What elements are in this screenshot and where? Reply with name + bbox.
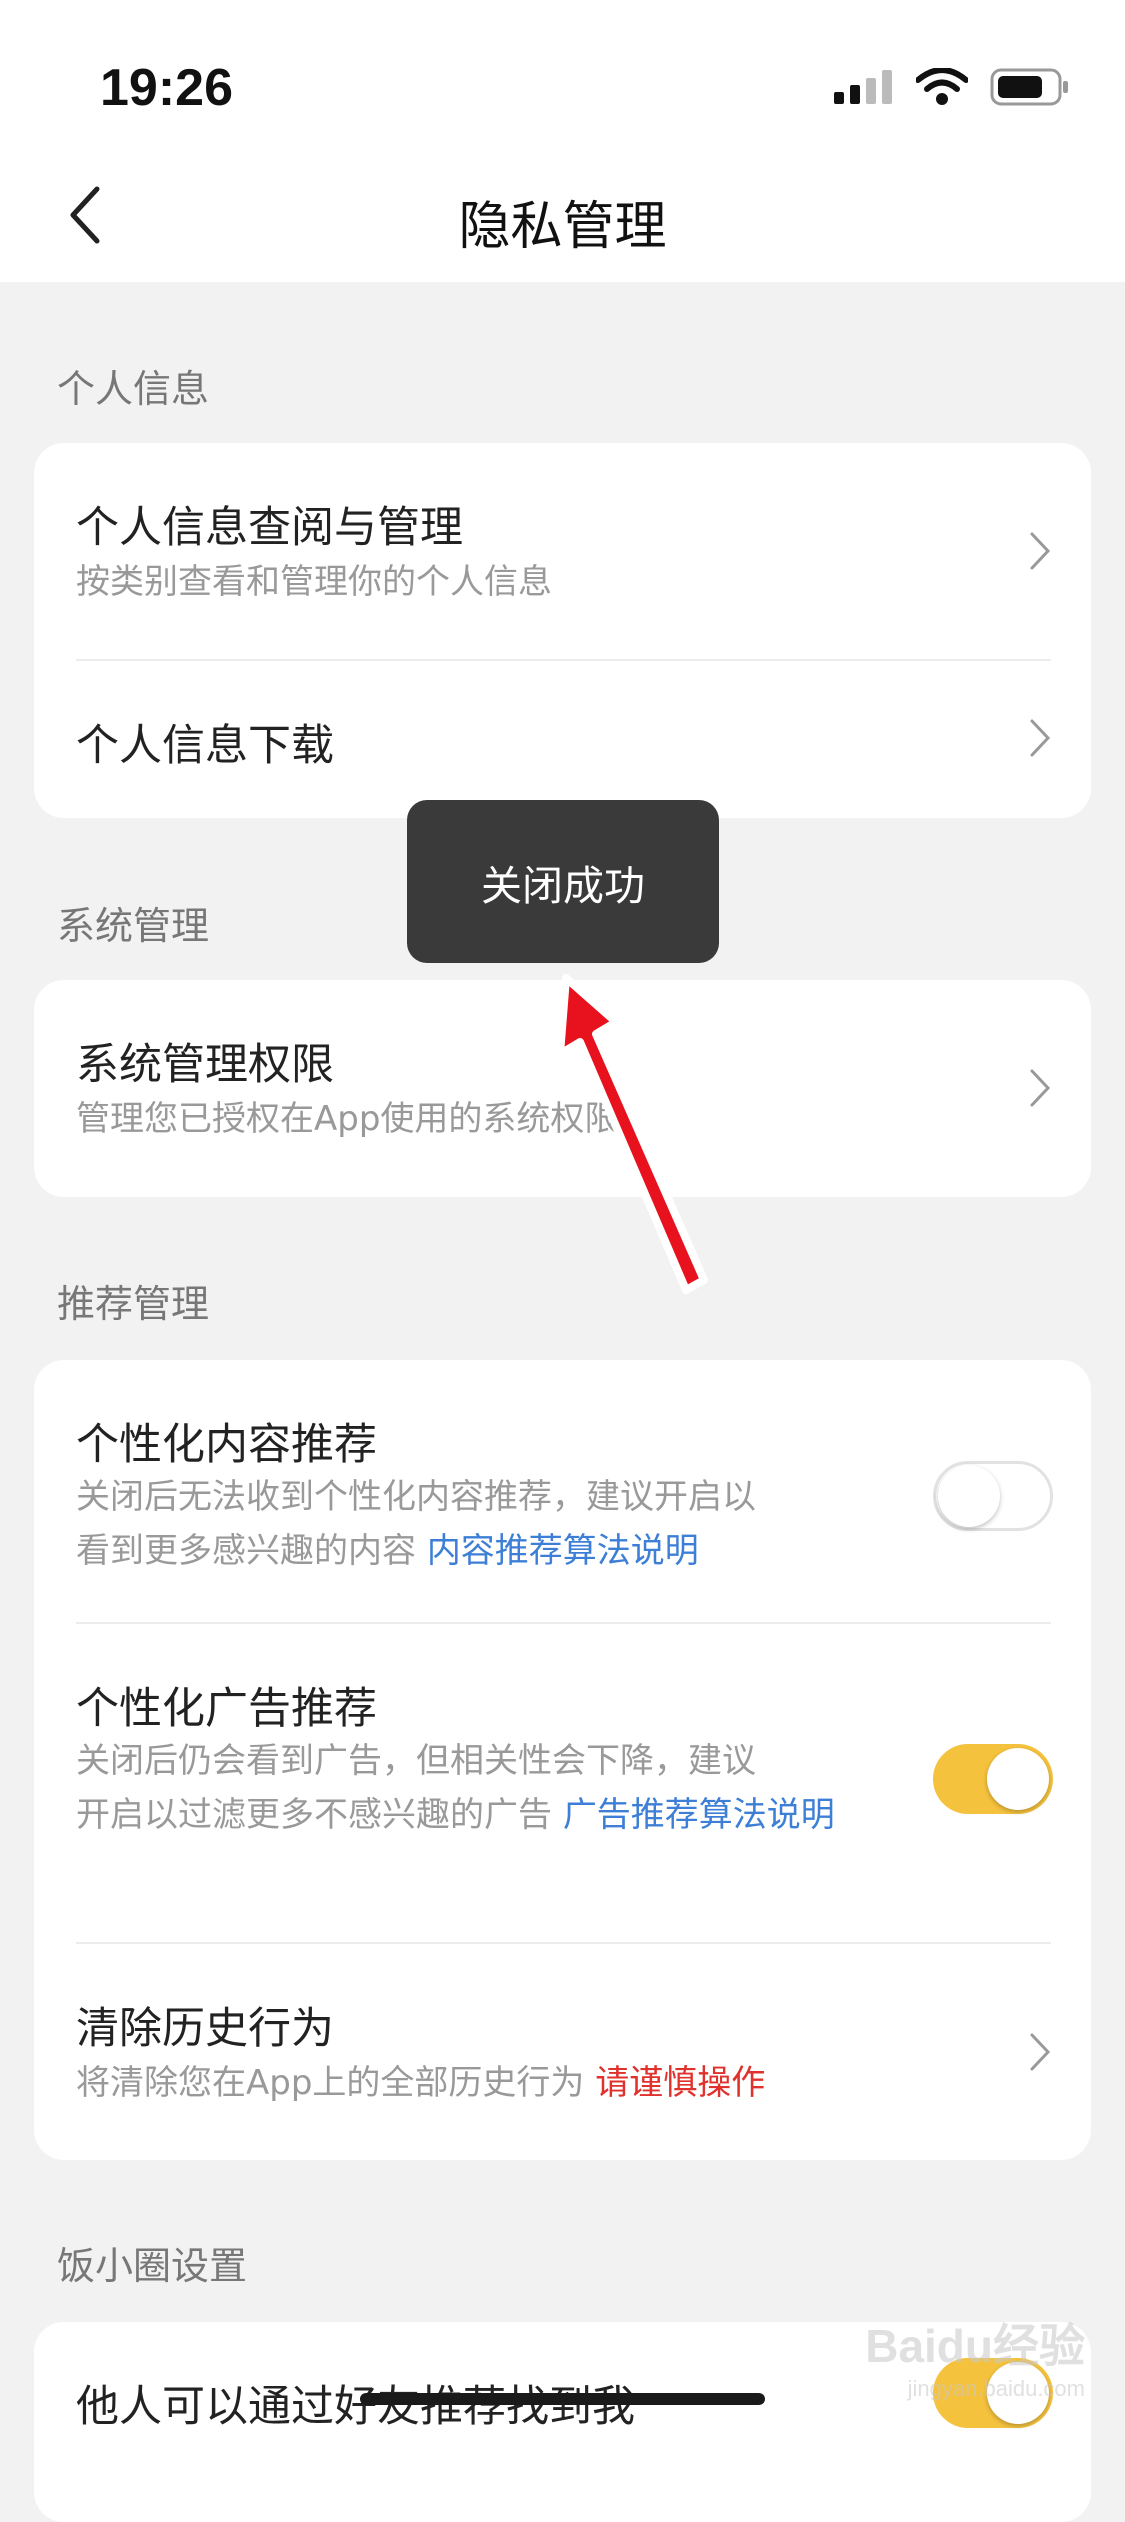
watermark-logo: Baidu经验 [865, 2320, 1085, 2372]
status-bar: 19:26 [0, 0, 1125, 150]
section-header-circle: 饭小圈设置 [57, 2244, 248, 2288]
row-subtitle: 按类别查看和管理你的个人信息 [76, 562, 552, 602]
row-title: 个性化广告推荐 [76, 1684, 377, 1734]
chevron-right-icon [1025, 2027, 1055, 2077]
row-title: 清除历史行为 [76, 2004, 334, 2054]
row-personal-info-manage[interactable]: 个人信息查阅与管理 按类别查看和管理你的个人信息 [34, 443, 1091, 659]
wifi-icon [916, 68, 968, 105]
row-clear-history[interactable]: 清除历史行为 将清除您在App上的全部历史行为 请谨慎操作 [34, 1944, 1091, 2160]
row-personalized-content: 个性化内容推荐 关闭后无法收到个性化内容推荐，建议开启以 看到更多感兴趣的内容 … [34, 1360, 1091, 1622]
watermark-url: jingyan.baidu.com [907, 2376, 1085, 2401]
status-time: 19:26 [100, 59, 233, 117]
card-recommend: 个性化内容推荐 关闭后无法收到个性化内容推荐，建议开启以 看到更多感兴趣的内容 … [34, 1360, 1091, 2160]
card-personal: 个人信息查阅与管理 按类别查看和管理你的个人信息 个人信息下载 [34, 443, 1091, 818]
subtitle-line: 看到更多感兴趣的内容 [76, 1531, 427, 1571]
toggle-knob [938, 1465, 1000, 1527]
subtitle-line: 开启以过滤更多不感兴趣的广告 [76, 1795, 563, 1835]
subtitle-line: 关闭后仍会看到广告，但相关性会下降，建议 [76, 1741, 756, 1781]
status-icons [834, 62, 1070, 112]
row-subtitle: 关闭后无法收到个性化内容推荐，建议开启以 看到更多感兴趣的内容 内容推荐算法说明 [76, 1470, 856, 1578]
subtitle-text: 将清除您在App上的全部历史行为 [76, 2063, 596, 2103]
personalized-content-toggle[interactable] [933, 1461, 1053, 1531]
warning-text: 请谨慎操作 [595, 2063, 766, 2103]
personalized-ads-toggle[interactable] [933, 1744, 1053, 1814]
row-title: 个人信息查阅与管理 [76, 503, 463, 553]
watermark: Baidu经验 jingyan.baidu.com [865, 2310, 1085, 2402]
section-header-personal: 个人信息 [57, 367, 210, 411]
chevron-right-icon [1025, 526, 1055, 576]
section-header-system: 系统管理 [57, 904, 210, 948]
content-algorithm-link[interactable]: 内容推荐算法说明 [427, 1531, 699, 1571]
row-subtitle: 将清除您在App上的全部历史行为 请谨慎操作 [76, 2056, 976, 2110]
row-title: 个性化内容推荐 [76, 1420, 377, 1470]
toggle-knob [987, 1748, 1049, 1810]
chevron-right-icon [1025, 1063, 1055, 1113]
ad-algorithm-link[interactable]: 广告推荐算法说明 [563, 1795, 835, 1835]
battery-icon [990, 68, 1068, 106]
row-title: 个人信息下载 [76, 721, 334, 771]
signal-icon [834, 70, 892, 104]
annotation-arrow-icon [556, 974, 708, 1294]
row-personalized-ads: 个性化广告推荐 关闭后仍会看到广告，但相关性会下降，建议 开启以过滤更多不感兴趣… [34, 1624, 1091, 1942]
page-title: 隐私管理 [458, 197, 667, 257]
toast-message: 关闭成功 [407, 800, 719, 963]
section-header-recommend: 推荐管理 [57, 1282, 210, 1326]
row-personal-info-download[interactable]: 个人信息下载 [34, 661, 1091, 818]
home-indicator[interactable] [360, 2393, 765, 2405]
subtitle-line: 关闭后无法收到个性化内容推荐，建议开启以 [76, 1477, 756, 1517]
chevron-right-icon [1025, 713, 1055, 763]
row-subtitle: 关闭后仍会看到广告，但相关性会下降，建议 开启以过滤更多不感兴趣的广告 广告推荐… [76, 1734, 856, 1842]
row-title: 系统管理权限 [76, 1040, 334, 1090]
nav-bar: 隐私管理 [0, 150, 1125, 282]
